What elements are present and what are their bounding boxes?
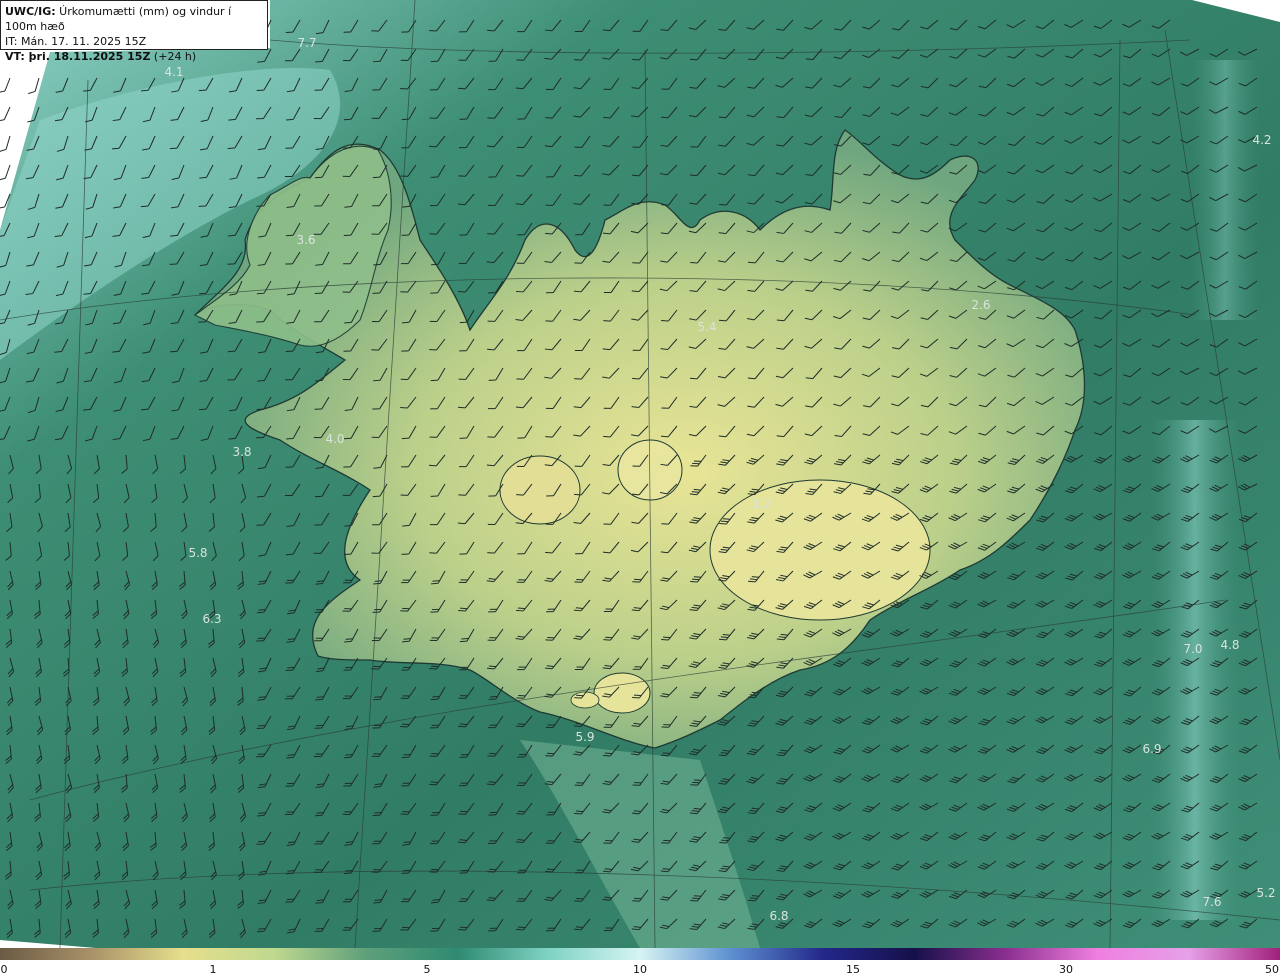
glacier-myrdalsjokull — [593, 672, 651, 714]
weather-map: 4.1 7.7 4.2 3.6 2.6 5.4 4.0 3.8 1.2 5.8 6.3 7.0 4.8 5… — [0, 0, 1280, 948]
colorbar-tick-label: 15 — [846, 963, 860, 976]
header-valid-time: VT: þri. 18.11.2025 15Z (+24 h) — [5, 49, 263, 64]
precip-value-label: 4.2 — [1252, 133, 1271, 147]
precip-value-label: 2.6 — [971, 298, 990, 312]
precip-value-label: 1.2 — [752, 497, 771, 511]
colorbar-fill — [0, 948, 1280, 960]
precip-value-label: 5.4 — [697, 320, 716, 334]
colorbar-tick-label: 50 — [1265, 963, 1279, 976]
colorbar-tick-label: 5 — [423, 963, 431, 976]
colorbar-tick-label: 0 — [0, 963, 8, 976]
ne-streak — [1190, 60, 1260, 320]
east-streak — [1150, 420, 1240, 920]
precip-value-label: 3.8 — [232, 445, 251, 459]
colorbar-tick-label: 30 — [1059, 963, 1073, 976]
precip-value-label: 7.7 — [297, 36, 316, 50]
colorbar-tick-label: 1 — [209, 963, 217, 976]
header-valid-bold: VT: þri. 18.11.2025 15Z — [5, 50, 151, 63]
header-valid-rest: (+24 h) — [150, 50, 197, 63]
precip-value-label: 6.9 — [1142, 742, 1161, 756]
colorbar-tick-label: 10 — [633, 963, 647, 976]
colorbar-ticks: 0 1 5 10 15 30 50 — [0, 960, 1280, 978]
precip-value-label: 4.0 — [325, 432, 344, 446]
glacier-eyjafjallajokull — [570, 691, 600, 709]
precip-value-label: 7.0 — [1183, 642, 1202, 656]
precip-value-label: 5.9 — [575, 730, 594, 744]
precip-value-label: 6.8 — [769, 909, 788, 923]
precip-value-label: 3.6 — [296, 233, 315, 247]
precip-value-label: 5.8 — [188, 546, 207, 560]
precip-value-label: 4.1 — [164, 65, 183, 79]
glacier-vatnajokull — [709, 479, 931, 621]
precip-value-label: 7.6 — [1202, 895, 1221, 909]
header-model: UWC/IG: — [5, 5, 56, 18]
precip-value-label: 4.8 — [1220, 638, 1239, 652]
colorbar — [0, 948, 1280, 960]
precip-value-label: 5.2 — [1256, 886, 1275, 900]
header-init-time: IT: Mán. 17. 11. 2025 15Z — [5, 35, 147, 48]
map-header: UWC/IG: Úrkomumætti (mm) og vindur í 100… — [0, 0, 268, 63]
header-title: UWC/IG: Úrkomumætti (mm) og vindur í 100… — [5, 4, 263, 34]
glacier-langjokull — [499, 455, 581, 525]
precip-value-label: 6.3 — [202, 612, 221, 626]
